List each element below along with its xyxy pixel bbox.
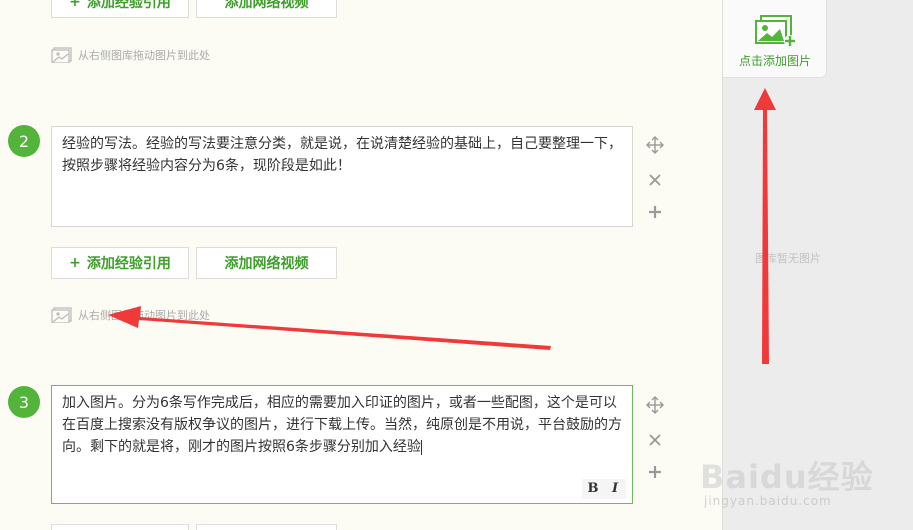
delete-icon-step-3[interactable]: [645, 430, 665, 450]
editor-main: + 添加经验引用 添加网络视频 从右侧图库拖动图片到此处 2 经验的写法。经验的…: [0, 0, 722, 530]
add-image-label: 点击添加图片: [738, 54, 811, 68]
step-3-text: 加入图片。分为6条写作完成后，相应的需要加入印证的图片，或者一些配图，这个是可以…: [62, 395, 622, 455]
image-drop-zone-1[interactable]: 从右侧图库拖动图片到此处: [51, 46, 210, 64]
step-number-2: 2: [8, 125, 40, 157]
image-icon: [51, 47, 72, 63]
text-caret: [420, 439, 422, 455]
step-number-3: 3: [8, 386, 40, 418]
add-picture-icon: [755, 15, 796, 47]
step-2-text-editor[interactable]: 经验的写法。经验的写法要注意分类，就是说，在说清楚经验的基础上，自己要整理一下，…: [51, 126, 633, 227]
move-icon-step-2[interactable]: [645, 135, 665, 155]
italic-button[interactable]: I: [604, 479, 626, 499]
add-image-tab[interactable]: 点击添加图片: [723, 0, 827, 78]
image-library-sidebar: 点击添加图片 图库暂无图片: [722, 0, 913, 530]
add-video-button-1[interactable]: 添加网络视频: [196, 0, 337, 18]
step-2-text: 经验的写法。经验的写法要注意分类，就是说，在说清楚经验的基础上，自己要整理一下，…: [62, 136, 622, 174]
add-reference-button-1[interactable]: + 添加经验引用: [51, 0, 189, 18]
image-drop-zone-2[interactable]: 从右侧图库拖动图片到此处: [51, 306, 210, 324]
format-toolbar: B I: [582, 479, 626, 499]
step-3-text-editor[interactable]: 加入图片。分为6条写作完成后，相应的需要加入印证的图片，或者一些配图，这个是可以…: [51, 385, 633, 504]
add-step-icon-step-3[interactable]: [645, 462, 665, 482]
bold-button[interactable]: B: [582, 479, 604, 499]
add-video-button-3[interactable]: [196, 524, 337, 530]
move-icon-step-3[interactable]: [645, 395, 665, 415]
add-reference-button-3[interactable]: [51, 524, 189, 530]
add-step-icon-step-2[interactable]: [645, 202, 665, 222]
image-icon: [51, 307, 72, 323]
gallery-empty-text: 图库暂无图片: [755, 252, 821, 265]
add-reference-button-2[interactable]: + 添加经验引用: [51, 247, 189, 279]
add-video-button-2[interactable]: 添加网络视频: [196, 247, 337, 279]
delete-icon-step-2[interactable]: [645, 170, 665, 190]
